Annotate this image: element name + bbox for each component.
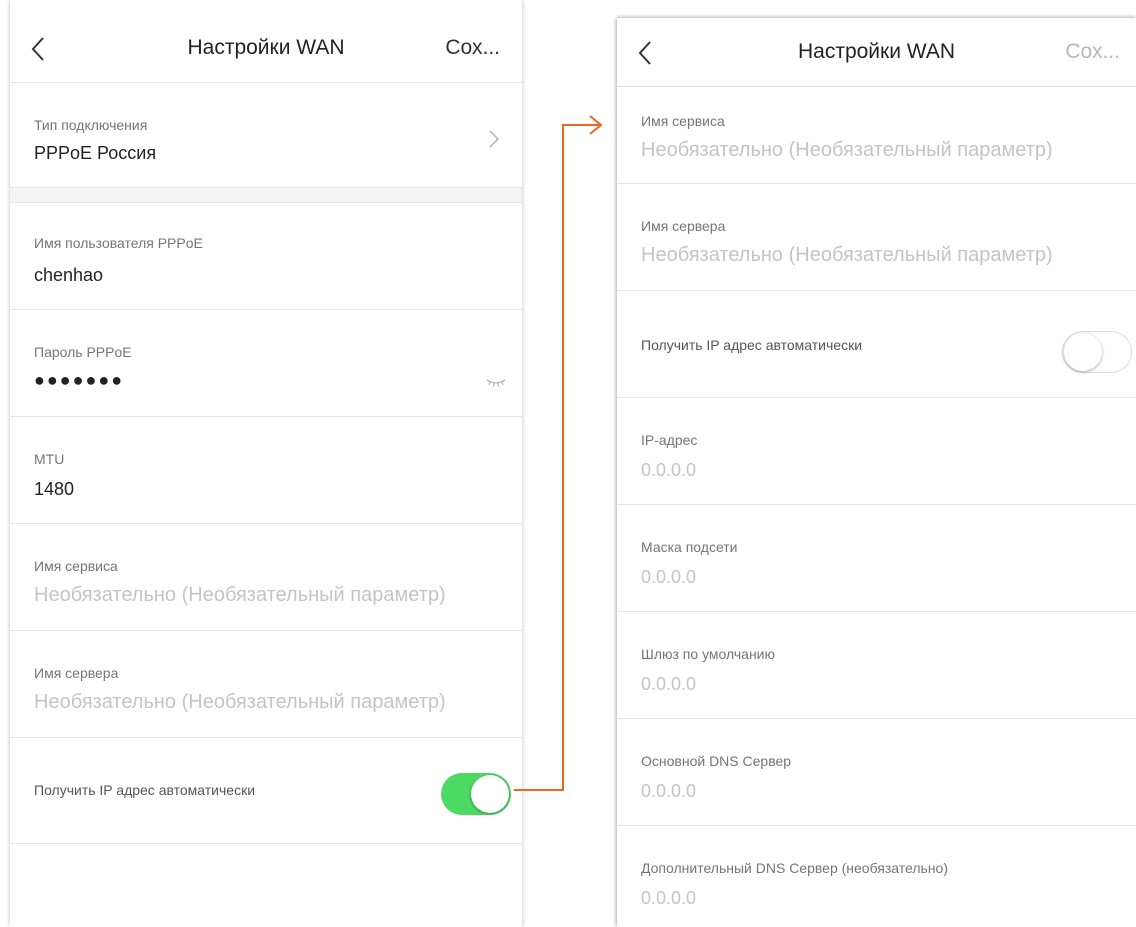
connector-arrow [514, 115, 603, 791]
